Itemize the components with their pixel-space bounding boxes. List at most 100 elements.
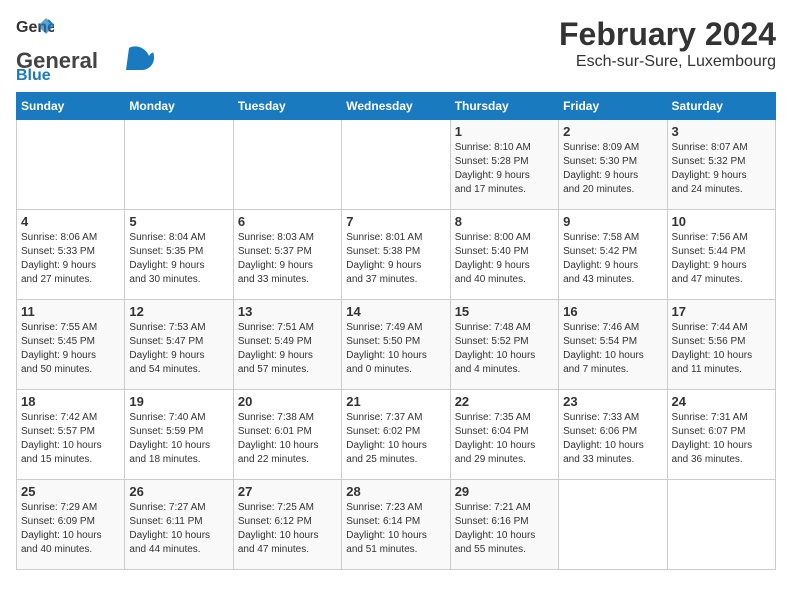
day-number: 15 bbox=[455, 304, 554, 319]
calendar-cell: 5 Sunrise: 8:04 AM Sunset: 5:35 PM Daylig… bbox=[125, 210, 233, 300]
day-info: Sunrise: 8:10 AM Sunset: 5:28 PM Dayligh… bbox=[455, 141, 554, 197]
day-info: Sunrise: 7:23 AM Sunset: 6:14 PM Dayligh… bbox=[346, 501, 445, 557]
day-info: Sunrise: 7:21 AM Sunset: 6:16 PM Dayligh… bbox=[455, 501, 554, 557]
day-info: Sunrise: 7:37 AM Sunset: 6:02 PM Dayligh… bbox=[346, 411, 445, 467]
day-number: 13 bbox=[238, 304, 337, 319]
col-header-monday: Monday bbox=[125, 93, 233, 120]
calendar-cell: 7 Sunrise: 8:01 AM Sunset: 5:38 PM Daylig… bbox=[342, 210, 450, 300]
day-number: 9 bbox=[563, 214, 662, 229]
calendar-cell: 2 Sunrise: 8:09 AM Sunset: 5:30 PM Daylig… bbox=[559, 120, 667, 210]
calendar-cell bbox=[342, 120, 450, 210]
col-header-saturday: Saturday bbox=[667, 93, 775, 120]
col-header-friday: Friday bbox=[559, 93, 667, 120]
calendar-cell bbox=[125, 120, 233, 210]
day-number: 7 bbox=[346, 214, 445, 229]
day-info: Sunrise: 7:33 AM Sunset: 6:06 PM Dayligh… bbox=[563, 411, 662, 467]
day-info: Sunrise: 7:58 AM Sunset: 5:42 PM Dayligh… bbox=[563, 231, 662, 287]
calendar-cell: 15 Sunrise: 7:48 AM Sunset: 5:52 PM Dayli… bbox=[450, 300, 558, 390]
calendar-cell: 12 Sunrise: 7:53 AM Sunset: 5:47 PM Dayli… bbox=[125, 300, 233, 390]
col-header-wednesday: Wednesday bbox=[342, 93, 450, 120]
calendar-cell: 14Sunrise: 7:49 AM Sunset: 5:50 PM Dayli… bbox=[342, 300, 450, 390]
header-row: SundayMondayTuesdayWednesdayThursdayFrid… bbox=[17, 93, 776, 120]
calendar-cell: 3 Sunrise: 8:07 AM Sunset: 5:32 PM Daylig… bbox=[667, 120, 775, 210]
calendar-cell: 1Sunrise: 8:10 AM Sunset: 5:28 PM Daylig… bbox=[450, 120, 558, 210]
day-number: 23 bbox=[563, 394, 662, 409]
calendar-cell bbox=[559, 480, 667, 570]
day-number: 21 bbox=[346, 394, 445, 409]
day-info: Sunrise: 7:42 AM Sunset: 5:57 PM Dayligh… bbox=[21, 411, 120, 467]
calendar-cell: 21 Sunrise: 7:37 AM Sunset: 6:02 PM Dayli… bbox=[342, 390, 450, 480]
day-info: Sunrise: 7:25 AM Sunset: 6:12 PM Dayligh… bbox=[238, 501, 337, 557]
day-number: 6 bbox=[238, 214, 337, 229]
day-info: Sunrise: 8:09 AM Sunset: 5:30 PM Dayligh… bbox=[563, 141, 662, 197]
day-info: Sunrise: 8:04 AM Sunset: 5:35 PM Dayligh… bbox=[129, 231, 228, 287]
calendar-cell: 16 Sunrise: 7:46 AM Sunset: 5:54 PM Dayli… bbox=[559, 300, 667, 390]
day-number: 28 bbox=[346, 484, 445, 499]
calendar-cell: 20 Sunrise: 7:38 AM Sunset: 6:01 PM Dayli… bbox=[233, 390, 341, 480]
calendar-week-1: 1Sunrise: 8:10 AM Sunset: 5:28 PM Daylig… bbox=[17, 120, 776, 210]
calendar-cell: 29 Sunrise: 7:21 AM Sunset: 6:16 PM Dayli… bbox=[450, 480, 558, 570]
day-info: Sunrise: 7:49 AM Sunset: 5:50 PM Dayligh… bbox=[346, 321, 445, 377]
day-number: 25 bbox=[21, 484, 120, 499]
calendar-week-4: 18 Sunrise: 7:42 AM Sunset: 5:57 PM Dayli… bbox=[17, 390, 776, 480]
day-number: 3 bbox=[672, 124, 771, 139]
logo-svg: General Blue bbox=[16, 44, 156, 80]
day-info: Sunrise: 7:48 AM Sunset: 5:52 PM Dayligh… bbox=[455, 321, 554, 377]
day-number: 29 bbox=[455, 484, 554, 499]
calendar-cell: 11 Sunrise: 7:55 AM Sunset: 5:45 PM Dayli… bbox=[17, 300, 125, 390]
day-number: 10 bbox=[672, 214, 771, 229]
day-number: 11 bbox=[21, 304, 120, 319]
calendar-week-5: 25Sunrise: 7:29 AM Sunset: 6:09 PM Dayli… bbox=[17, 480, 776, 570]
calendar-cell: 26Sunrise: 7:27 AM Sunset: 6:11 PM Dayli… bbox=[125, 480, 233, 570]
calendar-cell: 23 Sunrise: 7:33 AM Sunset: 6:06 PM Dayli… bbox=[559, 390, 667, 480]
day-info: Sunrise: 7:38 AM Sunset: 6:01 PM Dayligh… bbox=[238, 411, 337, 467]
calendar-cell: 6 Sunrise: 8:03 AM Sunset: 5:37 PM Daylig… bbox=[233, 210, 341, 300]
day-info: Sunrise: 8:01 AM Sunset: 5:38 PM Dayligh… bbox=[346, 231, 445, 287]
page-title: February 2024 bbox=[559, 16, 776, 53]
calendar-cell: 24 Sunrise: 7:31 AM Sunset: 6:07 PM Dayli… bbox=[667, 390, 775, 480]
calendar-cell: 19 Sunrise: 7:40 AM Sunset: 5:59 PM Dayli… bbox=[125, 390, 233, 480]
col-header-tuesday: Tuesday bbox=[233, 93, 341, 120]
day-number: 24 bbox=[672, 394, 771, 409]
svg-text:Blue: Blue bbox=[16, 67, 51, 80]
day-info: Sunrise: 7:56 AM Sunset: 5:44 PM Dayligh… bbox=[672, 231, 771, 287]
day-number: 2 bbox=[563, 124, 662, 139]
calendar-cell: 27 Sunrise: 7:25 AM Sunset: 6:12 PM Dayli… bbox=[233, 480, 341, 570]
day-info: Sunrise: 7:51 AM Sunset: 5:49 PM Dayligh… bbox=[238, 321, 337, 377]
day-info: Sunrise: 8:07 AM Sunset: 5:32 PM Dayligh… bbox=[672, 141, 771, 197]
calendar-cell: 9 Sunrise: 7:58 AM Sunset: 5:42 PM Daylig… bbox=[559, 210, 667, 300]
day-number: 19 bbox=[129, 394, 228, 409]
day-info: Sunrise: 7:46 AM Sunset: 5:54 PM Dayligh… bbox=[563, 321, 662, 377]
day-info: Sunrise: 7:53 AM Sunset: 5:47 PM Dayligh… bbox=[129, 321, 228, 377]
page-header: General General Blue February 2024 Esch-… bbox=[16, 16, 776, 80]
day-number: 5 bbox=[129, 214, 228, 229]
day-number: 20 bbox=[238, 394, 337, 409]
day-number: 16 bbox=[563, 304, 662, 319]
day-number: 22 bbox=[455, 394, 554, 409]
logo-icon: General bbox=[16, 16, 54, 44]
day-number: 8 bbox=[455, 214, 554, 229]
day-info: Sunrise: 7:40 AM Sunset: 5:59 PM Dayligh… bbox=[129, 411, 228, 467]
day-number: 18 bbox=[21, 394, 120, 409]
calendar-week-2: 4Sunrise: 8:06 AM Sunset: 5:33 PM Daylig… bbox=[17, 210, 776, 300]
day-info: Sunrise: 7:31 AM Sunset: 6:07 PM Dayligh… bbox=[672, 411, 771, 467]
calendar-cell bbox=[233, 120, 341, 210]
calendar-cell: 13 Sunrise: 7:51 AM Sunset: 5:49 PM Dayli… bbox=[233, 300, 341, 390]
day-number: 27 bbox=[238, 484, 337, 499]
calendar-cell: 10 Sunrise: 7:56 AM Sunset: 5:44 PM Dayli… bbox=[667, 210, 775, 300]
day-info: Sunrise: 7:55 AM Sunset: 5:45 PM Dayligh… bbox=[21, 321, 120, 377]
logo: General General Blue bbox=[16, 16, 156, 80]
day-info: Sunrise: 8:00 AM Sunset: 5:40 PM Dayligh… bbox=[455, 231, 554, 287]
calendar-week-3: 11 Sunrise: 7:55 AM Sunset: 5:45 PM Dayli… bbox=[17, 300, 776, 390]
page-subtitle: Esch-sur-Sure, Luxembourg bbox=[559, 53, 776, 71]
day-number: 4 bbox=[21, 214, 120, 229]
day-info: Sunrise: 8:03 AM Sunset: 5:37 PM Dayligh… bbox=[238, 231, 337, 287]
calendar-table: SundayMondayTuesdayWednesdayThursdayFrid… bbox=[16, 92, 776, 570]
day-info: Sunrise: 7:35 AM Sunset: 6:04 PM Dayligh… bbox=[455, 411, 554, 467]
day-info: Sunrise: 7:27 AM Sunset: 6:11 PM Dayligh… bbox=[129, 501, 228, 557]
day-number: 12 bbox=[129, 304, 228, 319]
calendar-cell bbox=[17, 120, 125, 210]
col-header-sunday: Sunday bbox=[17, 93, 125, 120]
calendar-cell: 8 Sunrise: 8:00 AM Sunset: 5:40 PM Daylig… bbox=[450, 210, 558, 300]
title-block: February 2024 Esch-sur-Sure, Luxembourg bbox=[559, 16, 776, 71]
